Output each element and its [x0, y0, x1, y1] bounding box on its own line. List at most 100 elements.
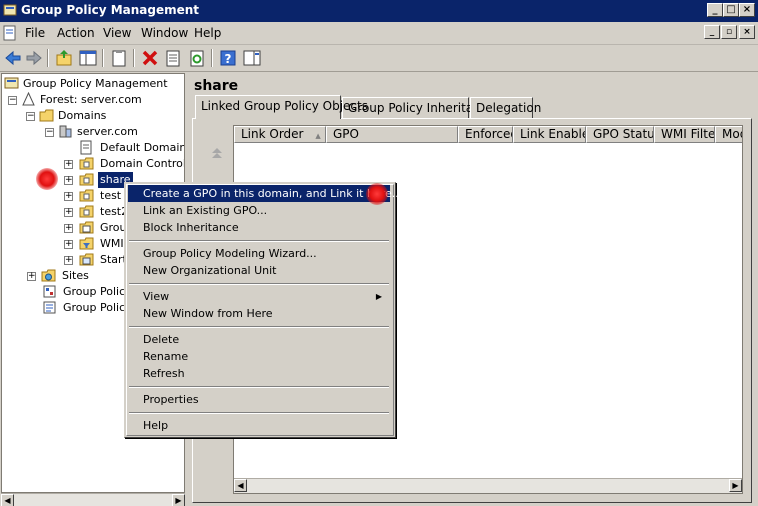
toolbar: ?: [0, 45, 758, 72]
folder-icon: [39, 109, 54, 122]
context-menu: Create a GPO in this domain, and Link it…: [124, 182, 402, 438]
back-arrow-icon[interactable]: [3, 48, 23, 68]
expand-toggle[interactable]: +: [64, 192, 73, 201]
domain-icon: [59, 125, 72, 138]
expand-toggle[interactable]: +: [64, 208, 73, 217]
menu-action[interactable]: Action: [57, 26, 95, 40]
ou-folder-icon: [79, 173, 94, 186]
submenu-arrow-icon: ▶: [375, 292, 382, 301]
menu-item-new-ou[interactable]: New Organizational Unit: [128, 262, 390, 279]
forest-icon: [22, 92, 35, 106]
expand-toggle[interactable]: +: [64, 256, 73, 265]
click-marker: [366, 183, 388, 205]
column-gpo[interactable]: GPO: [326, 126, 458, 143]
results-icon: [43, 301, 56, 314]
mdi-restore-button[interactable]: ▫: [721, 25, 737, 39]
expand-toggle[interactable]: +: [64, 160, 73, 169]
gpmc-app-icon: [3, 4, 17, 16]
menu-item-refresh[interactable]: Refresh: [128, 365, 390, 382]
menu-item-view[interactable]: View ▶: [128, 288, 390, 305]
column-gpo-status[interactable]: GPO Status: [586, 126, 654, 143]
clipboard-icon[interactable]: [109, 48, 129, 68]
gpo-folder-icon: [79, 221, 94, 234]
tab-delegation[interactable]: Delegation: [470, 97, 541, 118]
maximize-button[interactable]: □: [723, 3, 739, 17]
forward-arrow-icon[interactable]: [24, 48, 44, 68]
menu-view[interactable]: View: [103, 26, 131, 40]
app-window: Group Policy Management _ □ × File Actio…: [0, 0, 758, 506]
tree-label-child: test: [100, 189, 122, 202]
show-hide-tree-icon[interactable]: [78, 48, 98, 68]
tree-label-domain: server.com: [77, 125, 138, 138]
collapse-toggle[interactable]: −: [45, 128, 54, 137]
refresh-icon[interactable]: [187, 48, 207, 68]
tab-linked-gpos[interactable]: Linked Group Policy Objects: [195, 95, 368, 119]
menu-item-new-window[interactable]: New Window from Here: [128, 305, 390, 322]
tree-label-child: WMI: [100, 237, 124, 250]
column-enforced[interactable]: Enforced: [458, 126, 513, 143]
collapse-toggle[interactable]: −: [8, 96, 17, 105]
tree-label-modeling: Group Policy: [63, 285, 132, 298]
sites-icon: [41, 269, 56, 282]
sort-ascending-icon: ▲: [315, 132, 321, 140]
tree-label-sites: Sites: [62, 269, 89, 282]
menu-item-link-existing-gpo[interactable]: Link an Existing GPO...: [128, 202, 390, 219]
scroll-left-button[interactable]: ◀: [1, 494, 14, 506]
minimize-button[interactable]: _: [707, 3, 723, 17]
click-marker: [36, 168, 58, 190]
column-modified[interactable]: Modi: [715, 126, 742, 143]
expand-toggle[interactable]: +: [27, 272, 36, 281]
svg-text:?: ?: [225, 52, 232, 66]
menu-help[interactable]: Help: [194, 26, 221, 40]
up-folder-icon[interactable]: [54, 48, 74, 68]
collapse-toggle[interactable]: −: [26, 112, 35, 121]
document-icon[interactable]: [3, 25, 17, 41]
menu-file[interactable]: File: [25, 26, 45, 40]
help-icon[interactable]: ?: [218, 48, 238, 68]
tree-label-child: Domain Controller: [100, 157, 185, 170]
menu-item-help[interactable]: Help: [128, 417, 390, 434]
expand-toggle[interactable]: +: [64, 176, 73, 185]
expand-toggle[interactable]: +: [64, 224, 73, 233]
tree-label-child: Default Domain Po: [100, 141, 185, 154]
ou-folder-icon: [79, 189, 94, 202]
tree-label-results: Group Policy: [63, 301, 132, 314]
starter-gpo-folder-icon: [79, 253, 94, 266]
tree-label-child: Grou: [100, 221, 127, 234]
ou-folder-icon: [79, 157, 94, 170]
tree-label-child: Start: [100, 253, 127, 266]
tree-label-forest: Forest: server.com: [40, 93, 142, 106]
mdi-minimize-button[interactable]: _: [704, 25, 720, 39]
menu-bar: File Action View Window Help _ ▫ ×: [0, 22, 758, 45]
scroll-right-button[interactable]: ▶: [729, 479, 742, 492]
tree-horizontal-scrollbar[interactable]: ◀ ▶: [1, 493, 185, 506]
window-title: Group Policy Management: [21, 3, 200, 17]
delete-icon[interactable]: [140, 48, 160, 68]
wmi-folder-icon: [79, 237, 94, 250]
modeling-icon: [43, 285, 56, 298]
properties-icon[interactable]: [163, 48, 183, 68]
column-wmi-filter[interactable]: WMI Filter: [654, 126, 715, 143]
move-link-up-icon[interactable]: [208, 146, 226, 160]
scroll-left-button[interactable]: ◀: [234, 479, 247, 492]
gpmc-icon: [4, 77, 19, 89]
menu-item-block-inheritance[interactable]: Block Inheritance: [128, 219, 390, 236]
column-link-enabled[interactable]: Link Enabled: [513, 126, 586, 143]
column-link-order[interactable]: Link Order ▲: [234, 126, 326, 143]
expand-toggle[interactable]: +: [64, 240, 73, 249]
menu-item-rename[interactable]: Rename: [128, 348, 390, 365]
gpo-link-icon: [80, 140, 92, 155]
title-bar[interactable]: Group Policy Management _ □ ×: [0, 0, 758, 22]
menu-item-modeling-wizard[interactable]: Group Policy Modeling Wizard...: [128, 245, 390, 262]
ou-folder-icon: [79, 205, 94, 218]
scroll-right-button[interactable]: ▶: [172, 494, 185, 506]
menu-item-properties[interactable]: Properties: [128, 391, 390, 408]
tree-label-root: Group Policy Management: [23, 77, 168, 90]
menu-item-create-gpo-and-link[interactable]: Create a GPO in this domain, and Link it…: [128, 185, 402, 202]
mdi-close-button[interactable]: ×: [739, 25, 755, 39]
show-action-pane-icon[interactable]: [242, 48, 262, 68]
close-button[interactable]: ×: [739, 3, 755, 17]
list-horizontal-scrollbar[interactable]: ◀ ▶: [234, 478, 742, 493]
menu-window[interactable]: Window: [141, 26, 188, 40]
menu-item-delete[interactable]: Delete: [128, 331, 390, 348]
